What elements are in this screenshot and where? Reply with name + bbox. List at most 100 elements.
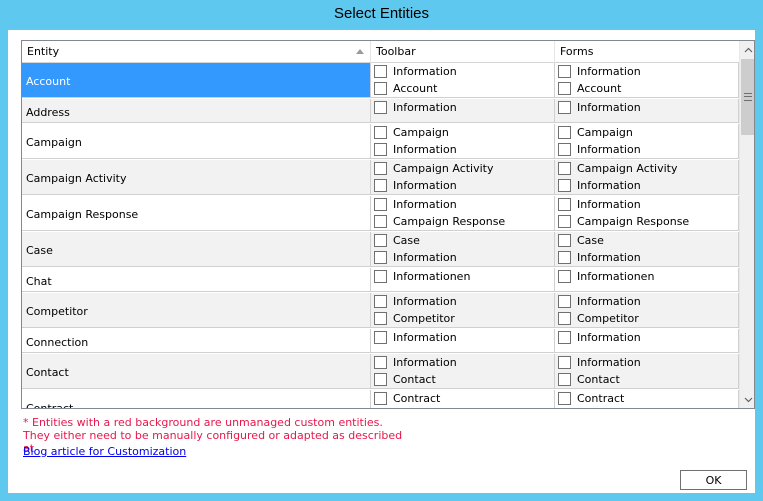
checkbox-unchecked-icon[interactable] [374,270,387,283]
checkbox-unchecked-icon[interactable] [374,198,387,211]
forms-option[interactable]: Contract [555,390,738,407]
checkbox-unchecked-icon[interactable] [558,331,571,344]
table-row[interactable]: Campaign Response Information Campaign Res… [22,196,739,231]
checkbox-unchecked-icon[interactable] [374,101,387,114]
toolbar-option[interactable]: Information [371,293,554,310]
checkbox-unchecked-icon[interactable] [558,295,571,308]
entity-cell[interactable]: Campaign Response [22,196,371,230]
forms-option[interactable]: Information [555,329,738,346]
forms-option[interactable]: Information [555,63,738,80]
table-row[interactable]: Contract Contract Information Contract Infor… [22,390,739,408]
checkbox-unchecked-icon[interactable] [374,65,387,78]
toolbar-option[interactable]: Information [371,354,554,371]
checkbox-unchecked-icon[interactable] [374,234,387,247]
checkbox-unchecked-icon[interactable] [374,251,387,264]
table-row[interactable]: Competitor Information Competitor Informati… [22,293,739,328]
forms-option[interactable]: Informationen [555,268,738,285]
toolbar-option[interactable]: Information [371,63,554,80]
entity-cell[interactable]: Contract [22,390,371,408]
chevron-down-icon[interactable] [740,391,754,408]
forms-option[interactable]: Campaign [555,124,738,141]
forms-option[interactable]: Information [555,354,738,371]
checkbox-unchecked-icon[interactable] [374,126,387,139]
forms-option[interactable]: Competitor [555,310,738,327]
checkbox-unchecked-icon[interactable] [374,356,387,369]
toolbar-option[interactable]: Campaign [371,124,554,141]
checkbox-unchecked-icon[interactable] [558,392,571,405]
table-row[interactable]: Chat Informationen Informationen [22,268,739,292]
checkbox-unchecked-icon[interactable] [558,312,571,325]
checkbox-unchecked-icon[interactable] [374,373,387,386]
toolbar-option[interactable]: Campaign Activity [371,160,554,177]
checkbox-unchecked-icon[interactable] [558,101,571,114]
toolbar-option[interactable]: Contact [371,371,554,388]
checkbox-unchecked-icon[interactable] [374,392,387,405]
forms-option[interactable]: Case [555,232,738,249]
checkbox-unchecked-icon[interactable] [374,331,387,344]
forms-option[interactable]: Information [555,293,738,310]
forms-option[interactable]: Information [555,196,738,213]
toolbar-option[interactable]: Case [371,232,554,249]
ok-button[interactable]: OK [680,470,747,490]
table-row[interactable]: Address Information Information [22,99,739,123]
column-header-toolbar[interactable]: Toolbar [371,41,555,63]
checkbox-unchecked-icon[interactable] [374,295,387,308]
forms-option[interactable]: Information [555,249,738,266]
vertical-scrollbar[interactable] [739,41,754,408]
toolbar-option[interactable]: Information [371,329,554,346]
table-row[interactable]: Campaign Activity Campaign Activity Inform… [22,160,739,195]
checkbox-unchecked-icon[interactable] [374,312,387,325]
entity-cell[interactable]: Competitor [22,293,371,327]
entity-cell[interactable]: Account [22,63,371,97]
checkbox-unchecked-icon[interactable] [558,65,571,78]
toolbar-option[interactable]: Competitor [371,310,554,327]
checkbox-unchecked-icon[interactable] [558,126,571,139]
toolbar-option[interactable]: Information [371,196,554,213]
entity-cell[interactable]: Contact [22,354,371,388]
entity-cell[interactable]: Case [22,232,371,266]
forms-option[interactable]: Account [555,80,738,97]
forms-option[interactable]: Campaign Activity [555,160,738,177]
entity-cell[interactable]: Chat [22,268,371,291]
scrollbar-thumb[interactable] [741,59,754,135]
checkbox-unchecked-icon[interactable] [558,82,571,95]
table-row[interactable]: Case Case Information Case Information [22,232,739,267]
entity-cell[interactable]: Campaign [22,124,371,158]
checkbox-unchecked-icon[interactable] [374,143,387,156]
checkbox-unchecked-icon[interactable] [558,215,571,228]
column-header-forms[interactable]: Forms [555,41,739,63]
checkbox-unchecked-icon[interactable] [558,356,571,369]
toolbar-option[interactable]: Information [371,141,554,158]
checkbox-unchecked-icon[interactable] [558,373,571,386]
toolbar-option[interactable]: Information [371,249,554,266]
entity-cell[interactable]: Campaign Activity [22,160,371,194]
checkbox-unchecked-icon[interactable] [558,198,571,211]
checkbox-unchecked-icon[interactable] [374,179,387,192]
checkbox-unchecked-icon[interactable] [558,270,571,283]
table-row[interactable]: Campaign Campaign Information Campaign Infor… [22,124,739,159]
table-row[interactable]: Connection Information Information [22,329,739,353]
blog-article-link[interactable]: Blog article for Customization [23,445,186,458]
forms-option[interactable]: Information [555,141,738,158]
checkbox-unchecked-icon[interactable] [558,234,571,247]
checkbox-unchecked-icon[interactable] [558,143,571,156]
chevron-up-icon[interactable] [740,41,754,58]
toolbar-option[interactable]: Informationen [371,268,554,285]
table-row[interactable]: Contact Information Contact Information Cont… [22,354,739,389]
forms-option[interactable]: Information [555,177,738,194]
toolbar-option[interactable]: Information [371,407,554,408]
toolbar-option[interactable]: Contract [371,390,554,407]
toolbar-option[interactable]: Information [371,99,554,116]
entity-cell[interactable]: Address [22,99,371,122]
toolbar-option[interactable]: Information [371,177,554,194]
toolbar-option[interactable]: Campaign Response [371,213,554,230]
checkbox-unchecked-icon[interactable] [374,82,387,95]
column-header-entity[interactable]: Entity [22,41,371,63]
checkbox-unchecked-icon[interactable] [374,215,387,228]
forms-option[interactable]: Information [555,99,738,116]
table-row[interactable]: Account Information Account Information Acco… [22,63,739,98]
toolbar-option[interactable]: Account [371,80,554,97]
forms-option[interactable]: Campaign Response [555,213,738,230]
checkbox-unchecked-icon[interactable] [558,162,571,175]
checkbox-unchecked-icon[interactable] [558,251,571,264]
